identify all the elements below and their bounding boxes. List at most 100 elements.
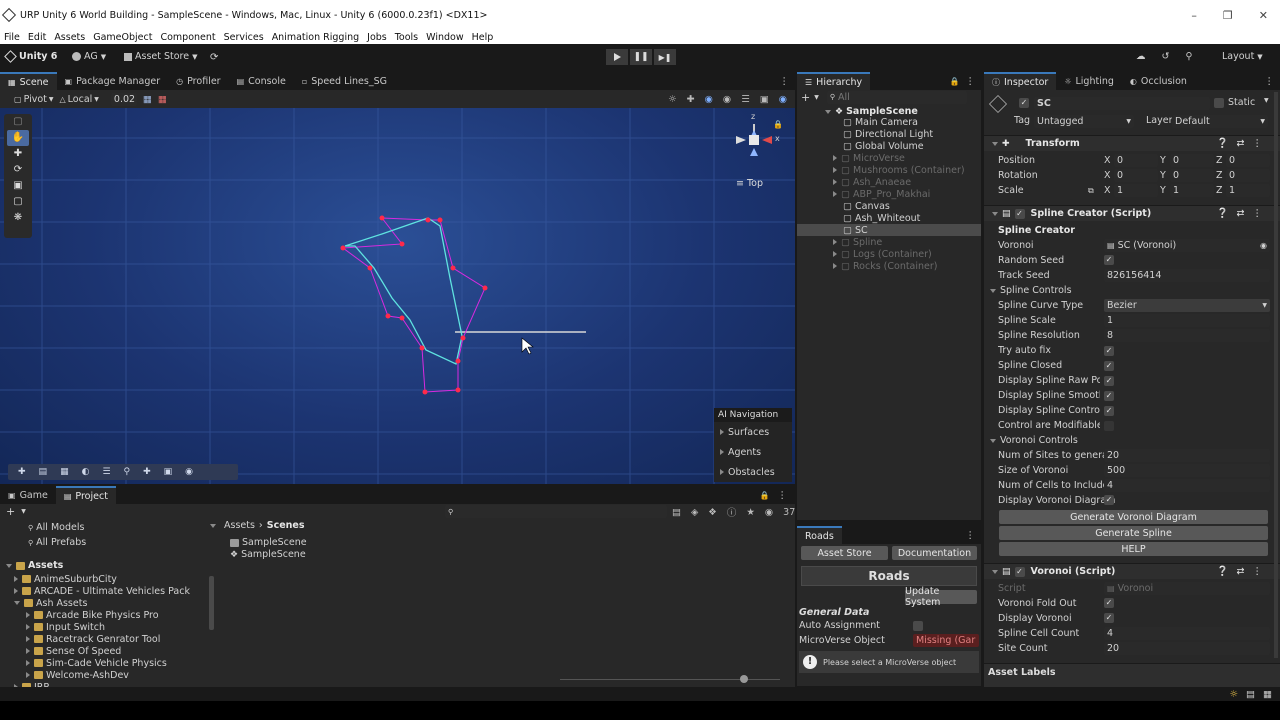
microverse-object-field[interactable]: Missing (Gar (913, 634, 979, 647)
tree-scrollbar[interactable] (209, 576, 214, 630)
cloud-icon[interactable]: ☁ (1136, 51, 1146, 62)
menu-edit[interactable]: Edit (28, 32, 46, 43)
tree-item[interactable]: Welcome-AshDev (0, 669, 210, 681)
visibility-icon[interactable]: ◉ (723, 94, 731, 105)
active-checkbox[interactable]: ✓ (1019, 98, 1029, 108)
cell-count-field[interactable]: 4 (1104, 627, 1270, 640)
scale-x-field[interactable]: 1 (1114, 184, 1158, 197)
object-name-field[interactable]: SC (1034, 97, 1210, 110)
favorite-all-prefabs[interactable]: ⚲ All Prefabs (0, 535, 210, 550)
component-menu-icon[interactable]: ❔⇄⋮ (1217, 138, 1270, 149)
more-options-icon[interactable]: ⋮ (966, 76, 976, 87)
component-enabled-checkbox[interactable]: ✓ (1014, 208, 1025, 219)
tag-dropdown[interactable]: Untagged ▼ (1034, 115, 1134, 128)
transform-tool-icon[interactable]: ❋ (4, 210, 32, 226)
more-options-icon[interactable]: ⋮ (778, 490, 788, 501)
asset-labels-bar[interactable]: Asset Labels (984, 663, 1280, 687)
hierarchy-item[interactable]: ▢ Rocks (Container) (797, 260, 981, 272)
menu-assets[interactable]: Assets (54, 32, 85, 43)
zoom-slider-handle[interactable] (740, 675, 748, 683)
project-search-input[interactable]: ⚲ (445, 505, 667, 518)
tree-item[interactable]: Input Switch (0, 621, 210, 633)
size-field[interactable]: 500 (1104, 464, 1270, 477)
voronoi-script-header[interactable]: ▤ ✓ Voronoi (Script) ❔⇄⋮ (984, 563, 1280, 579)
step-button[interactable]: ▶❚ (654, 49, 676, 65)
overlay-tool-6-icon[interactable]: ⚲ (124, 467, 131, 477)
scale-y-field[interactable]: 1 (1170, 184, 1214, 197)
camera-icon[interactable]: ▣ (760, 94, 769, 105)
lock-icon[interactable]: 🔒 (773, 120, 783, 129)
hierarchy-item[interactable]: ▢ Main Camera (797, 116, 981, 128)
tree-item[interactable]: Sense Of Speed (0, 645, 210, 657)
hierarchy-item[interactable]: ▢ Directional Light (797, 128, 981, 140)
asset-store-dropdown[interactable]: Asset Store ▼ (124, 51, 198, 62)
sites-field[interactable]: 20 (1104, 449, 1270, 462)
lock-icon[interactable]: 🔒 (760, 491, 770, 500)
tab-console[interactable]: ▤ Console (229, 72, 294, 90)
documentation-button[interactable]: Documentation (891, 546, 977, 560)
more-options-icon[interactable]: ⋮ (780, 76, 790, 87)
overlay-tool-4-icon[interactable]: ◐ (82, 467, 90, 477)
tab-inspector[interactable]: ⓘ Inspector (984, 72, 1057, 90)
hierarchy-item[interactable]: ▢ ABP_Pro_Makhai (797, 188, 981, 200)
generate-voronoi-diagram-button[interactable]: Generate Voronoi Diagram (999, 510, 1268, 524)
overlay-tool-3-icon[interactable]: ▦ (60, 467, 69, 477)
gizmos-icon[interactable]: ◉ (705, 94, 713, 105)
rotate-tool-icon[interactable]: ⟳ (4, 162, 32, 178)
search-icon[interactable]: ⚲ (1185, 51, 1192, 62)
info-icon[interactable]: ⓘ (727, 505, 737, 519)
spline-option-checkbox[interactable]: ✓ (1104, 345, 1114, 356)
display-diagram-checkbox[interactable]: ✓ (1104, 495, 1114, 505)
add-icon[interactable]: + (801, 91, 810, 104)
tab-hierarchy[interactable]: ☰ Hierarchy (797, 72, 871, 90)
filter-icon[interactable]: ◈ (691, 507, 698, 518)
more-options-icon[interactable]: ⋮ (1265, 76, 1275, 87)
progress-icon[interactable]: ▦ (1263, 689, 1272, 700)
breadcrumb-scenes[interactable]: Scenes (267, 520, 305, 531)
grid-visibility-icon[interactable]: ▦ (158, 94, 167, 105)
track-seed-field[interactable]: 826156414 (1104, 269, 1270, 282)
rotation-y-field[interactable]: 0 (1170, 169, 1214, 182)
tree-item[interactable]: Ash Assets (0, 597, 210, 609)
cells-field[interactable]: 4 (1104, 479, 1270, 492)
debug-icon[interactable]: ▤ (1246, 689, 1255, 700)
component-enabled-checkbox[interactable]: ✓ (1014, 566, 1025, 577)
spline-option-checkbox[interactable]: ✓ (1104, 375, 1114, 386)
lighting-status-icon[interactable]: ☼ (1230, 689, 1239, 700)
lock-icon[interactable]: 🔒 (950, 77, 960, 86)
generate-spline-button[interactable]: Generate Spline (999, 526, 1268, 540)
play-button[interactable] (606, 49, 628, 65)
overlay-tool-8-icon[interactable]: ▣ (164, 467, 173, 477)
spline-option-checkbox[interactable] (1104, 420, 1114, 431)
overlay-tool-5-icon[interactable]: ☰ (102, 467, 110, 477)
pause-button[interactable]: ❚❚ (630, 49, 652, 65)
tab-roads[interactable]: Roads (797, 526, 842, 544)
tree-item[interactable]: Arcade Bike Physics Pro (0, 609, 210, 621)
rotation-x-field[interactable]: 0 (1114, 169, 1158, 182)
scale-tool-icon[interactable]: ▣ (4, 178, 32, 194)
rect-tool-icon[interactable]: ▢ (4, 194, 32, 210)
breadcrumb-assets[interactable]: Assets (224, 520, 255, 531)
version-control-icon[interactable]: ⟳ (210, 52, 218, 63)
display-voronoi-checkbox[interactable]: ✓ (1104, 613, 1114, 623)
hierarchy-item[interactable]: ▢ Ash_Whiteout (797, 212, 981, 224)
spline-option-checkbox[interactable]: ✓ (1104, 360, 1114, 371)
snap-increment-field[interactable]: 0.02 (110, 92, 137, 106)
view-mode-label[interactable]: ≡ Top (736, 178, 763, 189)
list-item[interactable]: SampleScene (230, 535, 307, 550)
tab-scene[interactable]: ▦ Scene (0, 72, 57, 90)
favorite-icon[interactable]: ★ (746, 507, 755, 518)
static-checkbox[interactable] (1214, 98, 1224, 108)
scene-viewport[interactable]: ▢ ✋ ✚ ⟳ ▣ ▢ ❋ z x ≡ Top 🔒 AI Navigation S… (0, 108, 795, 484)
constrain-proportions-icon[interactable]: ⧉ (1088, 186, 1094, 196)
unity-account-button[interactable]: Unity 6 (4, 50, 57, 63)
ai-nav-surfaces[interactable]: Surfaces (714, 422, 792, 442)
more-options-icon[interactable]: ⋮ (966, 530, 976, 541)
ai-nav-agents[interactable]: Agents (714, 442, 792, 462)
hierarchy-item[interactable]: ▢ Mushrooms (Container) (797, 164, 981, 176)
minimize-icon[interactable]: – (1191, 9, 1197, 22)
tree-assets-root[interactable]: Assets (0, 558, 210, 573)
update-system-button[interactable]: Update System (905, 586, 977, 608)
hand-tool-icon[interactable]: ✋ (7, 130, 29, 146)
history-icon[interactable]: ↺ (1162, 51, 1170, 62)
